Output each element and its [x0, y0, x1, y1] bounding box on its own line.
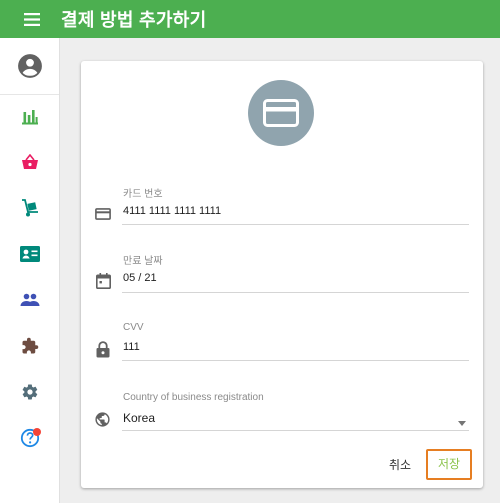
sidebar-item-contacts[interactable]: [0, 234, 59, 274]
cvv-underline: [122, 360, 469, 361]
expiry-label: 만료 날짜: [123, 256, 163, 267]
notification-badge: [33, 428, 41, 436]
people-icon: [20, 293, 39, 306]
expiry-input[interactable]: 05 / 21: [123, 272, 157, 284]
sidebar-item-account[interactable]: [0, 38, 59, 95]
cvv-label: CVV: [123, 322, 144, 333]
card-number-input[interactable]: 4111 1111 1111 1111: [123, 205, 221, 217]
country-select-value[interactable]: Korea: [123, 411, 155, 425]
credit-card-icon: [263, 99, 299, 127]
sidebar-item-settings[interactable]: [0, 372, 59, 412]
sidebar-item-statistics[interactable]: [0, 97, 59, 137]
card-number-label: 카드 번호: [123, 189, 163, 200]
hamburger-menu-icon[interactable]: [21, 10, 43, 28]
credit-card-icon: [94, 205, 112, 223]
sidebar-item-delivery[interactable]: [0, 188, 59, 228]
chevron-down-icon[interactable]: [458, 413, 466, 431]
hand-truck-icon: [21, 199, 38, 217]
sidebar-item-extensions[interactable]: [0, 326, 59, 366]
card-number-underline: [122, 224, 469, 225]
account-circle-icon: [17, 54, 42, 78]
globe-icon: [93, 410, 111, 428]
calendar-icon: [94, 272, 112, 290]
country-label: Country of business registration: [123, 392, 264, 403]
cancel-button[interactable]: 취소: [380, 455, 420, 475]
contact-card-icon: [19, 246, 40, 262]
sidebar-item-shop[interactable]: [0, 142, 59, 182]
lock-icon: [94, 340, 112, 358]
payment-avatar: [248, 80, 314, 146]
sidebar-item-people[interactable]: [0, 280, 59, 320]
bar-chart-icon: [21, 110, 38, 125]
settings-gear-icon: [22, 384, 37, 400]
country-underline: [122, 430, 469, 431]
app-bar: 결제 방법 추가하기: [0, 0, 500, 38]
expiry-underline: [122, 292, 469, 293]
shopping-basket-icon: [21, 154, 38, 169]
page-title: 결제 방법 추가하기: [61, 10, 207, 30]
puzzle-piece-icon: [22, 337, 38, 354]
sidebar-item-help[interactable]: [0, 418, 59, 458]
cvv-input[interactable]: 111: [123, 341, 140, 353]
save-button[interactable]: 저장: [426, 449, 472, 480]
